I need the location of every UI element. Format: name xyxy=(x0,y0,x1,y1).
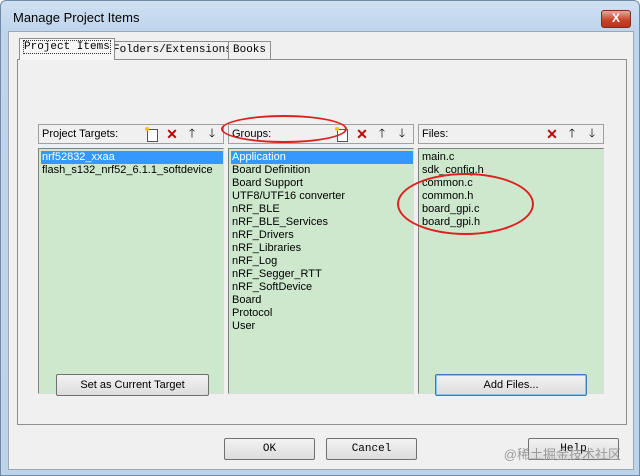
watermark: @稀土掘金技术社区 xyxy=(503,447,621,462)
dialog-client-area: Project Items Folders/Extensions Books P… xyxy=(8,31,634,470)
list-item[interactable]: main.c xyxy=(421,151,603,164)
list-item[interactable]: flash_s132_nrf52_6.1.1_softdevice xyxy=(41,164,223,177)
list-item[interactable]: nRF_Drivers xyxy=(231,229,413,242)
annotation-ellipse-board-gpi xyxy=(397,173,534,235)
list-item[interactable]: nRF_Segger_RTT xyxy=(231,268,413,281)
tab-project-items[interactable]: Project Items xyxy=(19,38,115,60)
project-items-panel: Project Targets: ✕ 🡑 🡓 nrf52832_xxaa fla… xyxy=(17,59,627,425)
tab-folders-extensions[interactable]: Folders/Extensions xyxy=(108,41,237,59)
files-toolbar: ✕ 🡑 🡓 xyxy=(543,126,601,142)
project-targets-label: Project Targets: xyxy=(42,128,119,140)
list-item[interactable]: Board xyxy=(231,294,413,307)
list-item[interactable]: nRF_BLE_Services xyxy=(231,216,413,229)
project-targets-header: Project Targets: ✕ 🡑 🡓 xyxy=(38,124,224,144)
set-as-current-target-button[interactable]: Set as Current Target xyxy=(56,374,209,396)
move-down-icon[interactable]: 🡓 xyxy=(583,126,601,142)
list-item[interactable]: Application xyxy=(231,151,413,164)
window-title: Manage Project Items xyxy=(13,10,140,25)
groups-group: Groups: ✕ 🡑 🡓 Application Board Definiti… xyxy=(228,124,414,394)
move-up-icon[interactable]: 🡑 xyxy=(183,126,201,142)
new-icon[interactable] xyxy=(143,126,161,142)
add-files-button[interactable]: Add Files... xyxy=(435,374,587,396)
move-down-icon[interactable]: 🡓 xyxy=(393,126,411,142)
groups-list[interactable]: Application Board Definition Board Suppo… xyxy=(228,148,414,394)
project-targets-toolbar: ✕ 🡑 🡓 xyxy=(143,126,221,142)
move-up-icon[interactable]: 🡑 xyxy=(563,126,581,142)
close-button[interactable]: X xyxy=(601,10,631,28)
list-item[interactable]: Protocol xyxy=(231,307,413,320)
list-item[interactable]: nRF_Libraries xyxy=(231,242,413,255)
list-item[interactable]: User xyxy=(231,320,413,333)
move-down-icon[interactable]: 🡓 xyxy=(203,126,221,142)
manage-project-items-window: Manage Project Items X Project Items Fol… xyxy=(0,0,640,476)
tab-books[interactable]: Books xyxy=(228,41,272,59)
move-up-icon[interactable]: 🡑 xyxy=(373,126,391,142)
cancel-button[interactable]: Cancel xyxy=(326,438,417,460)
list-item[interactable]: nrf52832_xxaa xyxy=(41,151,223,164)
project-targets-group: Project Targets: ✕ 🡑 🡓 nrf52832_xxaa fla… xyxy=(38,124,224,394)
delete-icon[interactable]: ✕ xyxy=(543,126,561,142)
list-item[interactable]: nRF_Log xyxy=(231,255,413,268)
annotation-ellipse-application xyxy=(221,115,347,143)
list-item[interactable]: Board Support xyxy=(231,177,413,190)
files-header: Files: ✕ 🡑 🡓 xyxy=(418,124,604,144)
list-item[interactable]: Board Definition xyxy=(231,164,413,177)
files-group: Files: ✕ 🡑 🡓 main.c sdk_config.h common.… xyxy=(418,124,604,394)
ok-button[interactable]: OK xyxy=(224,438,315,460)
list-item[interactable]: nRF_SoftDevice xyxy=(231,281,413,294)
files-label: Files: xyxy=(422,128,449,140)
delete-icon[interactable]: ✕ xyxy=(163,126,181,142)
delete-icon[interactable]: ✕ xyxy=(353,126,371,142)
list-item[interactable]: UTF8/UTF16 converter xyxy=(231,190,413,203)
list-item[interactable]: nRF_BLE xyxy=(231,203,413,216)
project-targets-list[interactable]: nrf52832_xxaa flash_s132_nrf52_6.1.1_sof… xyxy=(38,148,224,394)
